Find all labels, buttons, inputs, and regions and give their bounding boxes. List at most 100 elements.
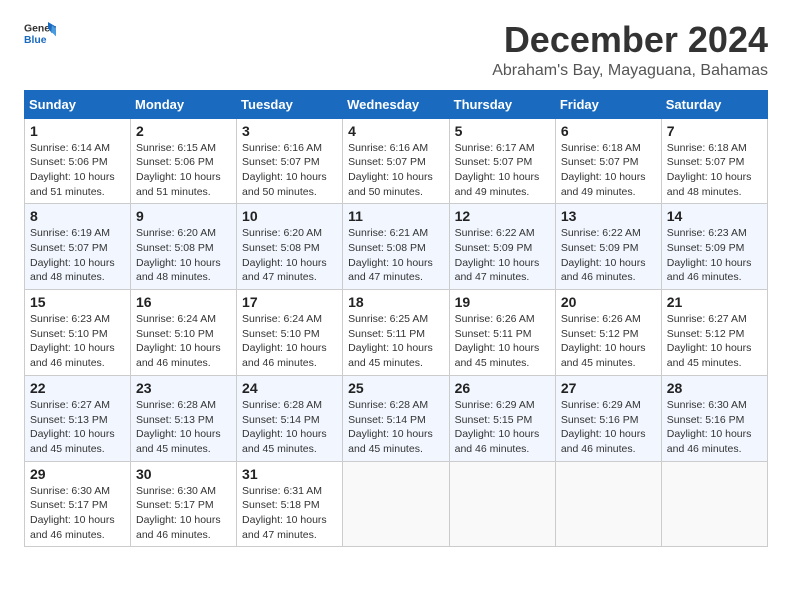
day-number: 1 [30,123,125,139]
day-info: Sunrise: 6:26 AM Sunset: 5:11 PM Dayligh… [455,312,550,371]
day-info: Sunrise: 6:22 AM Sunset: 5:09 PM Dayligh… [561,226,656,285]
calendar-cell: 24Sunrise: 6:28 AM Sunset: 5:14 PM Dayli… [237,375,343,461]
col-tuesday: Tuesday [237,90,343,118]
col-wednesday: Wednesday [343,90,449,118]
day-info: Sunrise: 6:30 AM Sunset: 5:16 PM Dayligh… [667,398,762,457]
day-number: 9 [136,208,231,224]
calendar-cell: 7 Sunrise: 6:18 AM Sunset: 5:07 PM Daylig… [661,118,767,204]
calendar-table: Sunday Monday Tuesday Wednesday Thursday… [24,90,768,548]
day-number: 16 [136,294,231,310]
day-number: 18 [348,294,443,310]
logo: General Blue [24,20,56,48]
day-info: Sunrise: 6:25 AM Sunset: 5:11 PM Dayligh… [348,312,443,371]
day-number: 23 [136,380,231,396]
day-number: 12 [455,208,550,224]
day-number: 4 [348,123,443,139]
day-info: Sunrise: 6:29 AM Sunset: 5:16 PM Dayligh… [561,398,656,457]
day-number: 2 [136,123,231,139]
day-info: Sunrise: 6:28 AM Sunset: 5:13 PM Dayligh… [136,398,231,457]
day-info: Sunrise: 6:15 AM Sunset: 5:06 PM Dayligh… [136,141,231,200]
calendar-cell [661,461,767,547]
day-info: Sunrise: 6:30 AM Sunset: 5:17 PM Dayligh… [30,484,125,543]
logo-icon: General Blue [24,20,56,48]
day-info: Sunrise: 6:30 AM Sunset: 5:17 PM Dayligh… [136,484,231,543]
col-saturday: Saturday [661,90,767,118]
calendar-cell: 21 Sunrise: 6:27 AM Sunset: 5:12 PM Dayli… [661,290,767,376]
calendar-cell: 23 Sunrise: 6:28 AM Sunset: 5:13 PM Dayli… [131,375,237,461]
calendar-cell: 29 Sunrise: 6:30 AM Sunset: 5:17 PM Dayli… [25,461,131,547]
day-info: Sunrise: 6:28 AM Sunset: 5:14 PM Dayligh… [242,398,337,457]
calendar-cell: 9Sunrise: 6:20 AM Sunset: 5:08 PM Daylig… [131,204,237,290]
calendar-cell: 5 Sunrise: 6:17 AM Sunset: 5:07 PM Daylig… [449,118,555,204]
calendar-cell: 19 Sunrise: 6:26 AM Sunset: 5:11 PM Dayli… [449,290,555,376]
day-info: Sunrise: 6:16 AM Sunset: 5:07 PM Dayligh… [348,141,443,200]
page-header: General Blue December 2024 Abraham's Bay… [24,20,768,80]
day-number: 27 [561,380,656,396]
col-sunday: Sunday [25,90,131,118]
calendar-cell: 3Sunrise: 6:16 AM Sunset: 5:07 PM Daylig… [237,118,343,204]
calendar-cell: 6Sunrise: 6:18 AM Sunset: 5:07 PM Daylig… [555,118,661,204]
week-row-5: 29 Sunrise: 6:30 AM Sunset: 5:17 PM Dayli… [25,461,768,547]
day-info: Sunrise: 6:19 AM Sunset: 5:07 PM Dayligh… [30,226,125,285]
day-info: Sunrise: 6:24 AM Sunset: 5:10 PM Dayligh… [242,312,337,371]
calendar-cell: 16Sunrise: 6:24 AM Sunset: 5:10 PM Dayli… [131,290,237,376]
day-number: 30 [136,466,231,482]
day-info: Sunrise: 6:23 AM Sunset: 5:10 PM Dayligh… [30,312,125,371]
week-row-3: 15 Sunrise: 6:23 AM Sunset: 5:10 PM Dayli… [25,290,768,376]
month-title: December 2024 [492,20,768,60]
week-row-1: 1Sunrise: 6:14 AM Sunset: 5:06 PM Daylig… [25,118,768,204]
day-number: 25 [348,380,443,396]
calendar-cell: 28 Sunrise: 6:30 AM Sunset: 5:16 PM Dayli… [661,375,767,461]
col-friday: Friday [555,90,661,118]
calendar-cell: 12 Sunrise: 6:22 AM Sunset: 5:09 PM Dayli… [449,204,555,290]
calendar-cell [555,461,661,547]
calendar-cell: 10 Sunrise: 6:20 AM Sunset: 5:08 PM Dayli… [237,204,343,290]
calendar-cell: 14Sunrise: 6:23 AM Sunset: 5:09 PM Dayli… [661,204,767,290]
day-number: 31 [242,466,337,482]
calendar-cell: 27 Sunrise: 6:29 AM Sunset: 5:16 PM Dayli… [555,375,661,461]
day-info: Sunrise: 6:26 AM Sunset: 5:12 PM Dayligh… [561,312,656,371]
calendar-cell: 13 Sunrise: 6:22 AM Sunset: 5:09 PM Dayli… [555,204,661,290]
location-subtitle: Abraham's Bay, Mayaguana, Bahamas [492,62,768,80]
day-info: Sunrise: 6:17 AM Sunset: 5:07 PM Dayligh… [455,141,550,200]
calendar-cell: 4 Sunrise: 6:16 AM Sunset: 5:07 PM Daylig… [343,118,449,204]
day-number: 7 [667,123,762,139]
day-number: 28 [667,380,762,396]
calendar-cell: 30 Sunrise: 6:30 AM Sunset: 5:17 PM Dayli… [131,461,237,547]
day-number: 10 [242,208,337,224]
day-number: 15 [30,294,125,310]
day-number: 26 [455,380,550,396]
day-info: Sunrise: 6:27 AM Sunset: 5:12 PM Dayligh… [667,312,762,371]
day-number: 29 [30,466,125,482]
calendar-cell [449,461,555,547]
calendar-cell: 15 Sunrise: 6:23 AM Sunset: 5:10 PM Dayli… [25,290,131,376]
day-number: 21 [667,294,762,310]
day-info: Sunrise: 6:22 AM Sunset: 5:09 PM Dayligh… [455,226,550,285]
day-number: 6 [561,123,656,139]
day-number: 17 [242,294,337,310]
day-number: 19 [455,294,550,310]
col-thursday: Thursday [449,90,555,118]
calendar-cell: 2 Sunrise: 6:15 AM Sunset: 5:06 PM Daylig… [131,118,237,204]
calendar-cell: 22Sunrise: 6:27 AM Sunset: 5:13 PM Dayli… [25,375,131,461]
calendar-cell: 17 Sunrise: 6:24 AM Sunset: 5:10 PM Dayli… [237,290,343,376]
day-info: Sunrise: 6:21 AM Sunset: 5:08 PM Dayligh… [348,226,443,285]
day-number: 11 [348,208,443,224]
calendar-cell: 8 Sunrise: 6:19 AM Sunset: 5:07 PM Daylig… [25,204,131,290]
day-info: Sunrise: 6:20 AM Sunset: 5:08 PM Dayligh… [242,226,337,285]
day-number: 22 [30,380,125,396]
calendar-cell: 25Sunrise: 6:28 AM Sunset: 5:14 PM Dayli… [343,375,449,461]
calendar-cell: 18 Sunrise: 6:25 AM Sunset: 5:11 PM Dayli… [343,290,449,376]
day-number: 5 [455,123,550,139]
day-info: Sunrise: 6:23 AM Sunset: 5:09 PM Dayligh… [667,226,762,285]
day-info: Sunrise: 6:18 AM Sunset: 5:07 PM Dayligh… [667,141,762,200]
svg-text:Blue: Blue [24,35,47,46]
calendar-cell: 11 Sunrise: 6:21 AM Sunset: 5:08 PM Dayli… [343,204,449,290]
day-info: Sunrise: 6:31 AM Sunset: 5:18 PM Dayligh… [242,484,337,543]
calendar-cell: 26Sunrise: 6:29 AM Sunset: 5:15 PM Dayli… [449,375,555,461]
week-row-4: 22Sunrise: 6:27 AM Sunset: 5:13 PM Dayli… [25,375,768,461]
day-number: 8 [30,208,125,224]
calendar-cell: 31 Sunrise: 6:31 AM Sunset: 5:18 PM Dayli… [237,461,343,547]
day-info: Sunrise: 6:16 AM Sunset: 5:07 PM Dayligh… [242,141,337,200]
day-number: 13 [561,208,656,224]
